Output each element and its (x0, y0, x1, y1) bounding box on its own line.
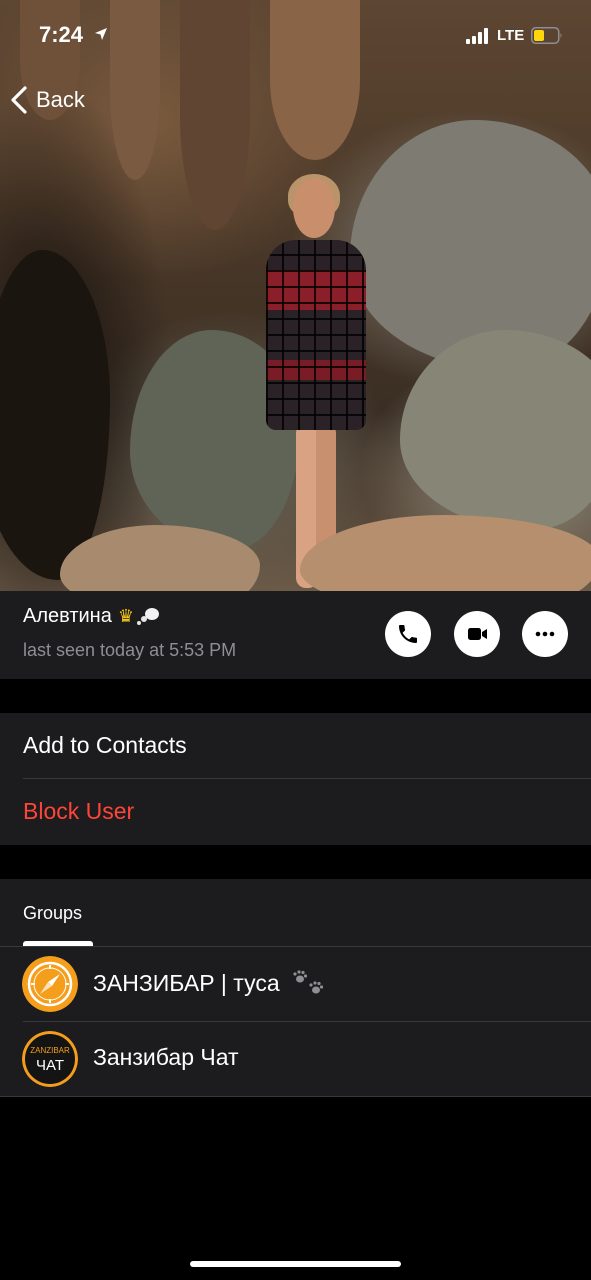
back-label: Back (36, 87, 85, 112)
group-name: ЗАНЗИБАР | туса (93, 970, 326, 997)
groups-section: Groups ЗАНЗИБАР | туса ZANZIBAR ЧАТ Занз… (0, 879, 591, 1097)
location-arrow-icon (95, 28, 107, 40)
divider (0, 1096, 591, 1097)
video-call-button[interactable] (454, 611, 500, 657)
call-button[interactable] (385, 611, 431, 657)
profile-photo[interactable] (0, 0, 591, 591)
status-time: 7:24 (39, 22, 84, 47)
more-icon (535, 631, 555, 637)
contact-actions-section: Add to Contacts Block User (0, 713, 591, 845)
back-button[interactable]: Back (8, 82, 85, 118)
network-type: LTE (497, 27, 525, 44)
battery-icon (531, 27, 562, 44)
rock (400, 330, 591, 530)
group-item[interactable]: ZANZIBAR ЧАТ Занзибар Чат (0, 1022, 591, 1096)
zanzibar-chat-logo-icon: ZANZIBAR ЧАТ (22, 1031, 78, 1087)
block-user-label: Block User (23, 798, 135, 824)
add-to-contacts-label: Add to Contacts (23, 732, 187, 758)
rock (350, 120, 591, 370)
profile-info-bar: Алевтина ♛ last seen today at 5:53 PM (0, 591, 591, 679)
avatar-text-top: ZANZIBAR (30, 1046, 70, 1055)
profile-name-row: Алевтина ♛ (23, 605, 160, 628)
group-item[interactable]: ЗАНЗИБАР | туса (0, 947, 591, 1021)
profile-name: Алевтина (23, 605, 112, 627)
home-indicator[interactable] (190, 1261, 401, 1267)
avatar-text-bottom: ЧАТ (36, 1057, 64, 1074)
cellular-signal-icon (466, 28, 488, 44)
thought-bubble-icon (136, 607, 159, 625)
crown-icon: ♛ (117, 606, 134, 627)
block-user-row[interactable]: Block User (0, 779, 591, 845)
group-name: Занзибар Чат (93, 1044, 239, 1070)
phone-icon (399, 625, 417, 643)
group-name-text: ЗАНЗИБАР | туса (93, 970, 280, 996)
video-camera-icon (468, 628, 487, 640)
cave-shadow (0, 250, 110, 580)
add-to-contacts-row[interactable]: Add to Contacts (0, 713, 591, 779)
paw-prints-icon (293, 970, 324, 994)
more-button[interactable] (522, 611, 568, 657)
last-seen-status: last seen today at 5:53 PM (23, 640, 237, 660)
chevron-left-icon (11, 86, 27, 114)
status-bar: 7:24 LTE (0, 0, 591, 70)
compass-logo-icon (22, 956, 78, 1012)
groups-tab[interactable]: Groups (23, 903, 82, 924)
